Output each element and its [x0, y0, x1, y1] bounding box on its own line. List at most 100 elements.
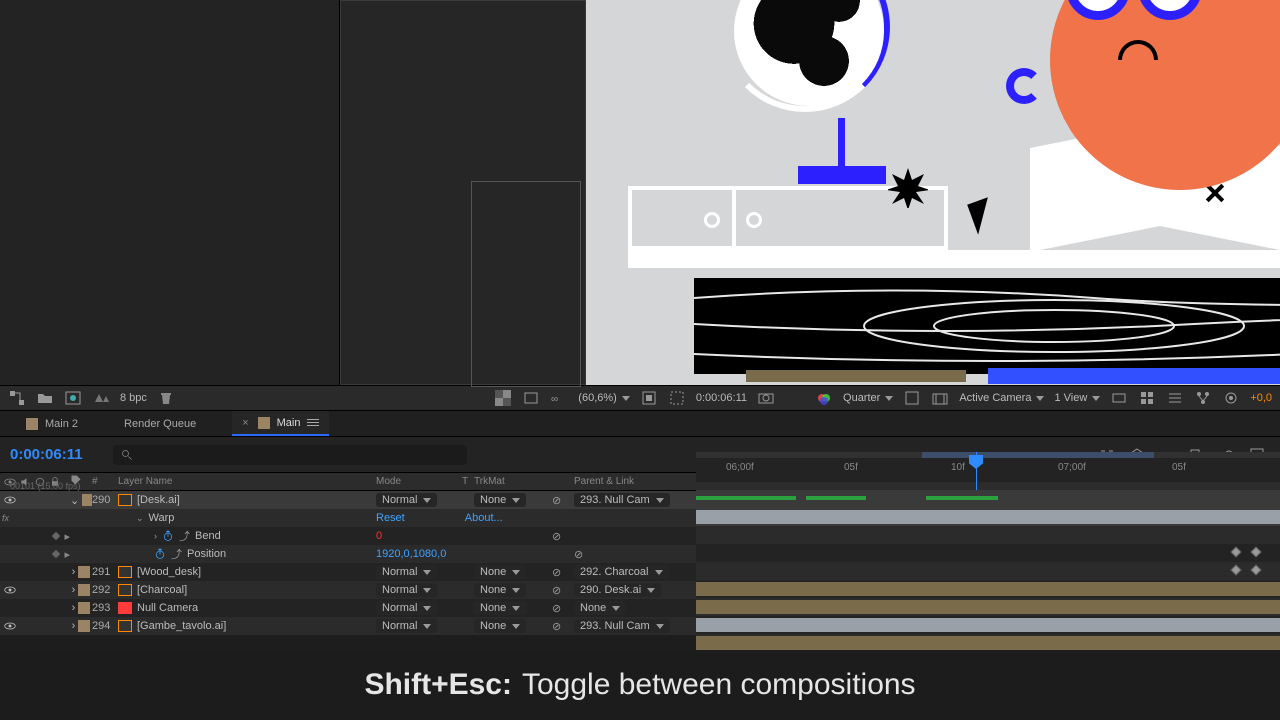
- layer-bar[interactable]: [696, 600, 1280, 614]
- col-trkmat[interactable]: TrkMat: [474, 476, 552, 487]
- time-ruler[interactable]: 06;00f05f10f07;00f05f: [696, 452, 1280, 482]
- folder-icon[interactable]: [36, 390, 54, 406]
- video-toggle-icon[interactable]: [4, 584, 16, 596]
- video-toggle-icon[interactable]: [4, 494, 16, 506]
- keyframe-icon[interactable]: [1230, 546, 1241, 557]
- toggle-guides-icon[interactable]: ∞: [550, 390, 568, 406]
- layer-track[interactable]: [696, 616, 1280, 634]
- mode-dropdown[interactable]: Normal: [376, 583, 437, 597]
- keyframe-icon[interactable]: [1230, 564, 1241, 575]
- timeline-tracks[interactable]: [696, 490, 1280, 642]
- tab-main2[interactable]: Main 2: [16, 411, 88, 436]
- roi-icon[interactable]: [668, 390, 686, 406]
- current-timecode[interactable]: 0:00:06:11: [0, 446, 93, 463]
- trkmat-dropdown[interactable]: None: [474, 565, 526, 579]
- exposure-reset-icon[interactable]: [1222, 390, 1240, 406]
- toggle-mask-icon[interactable]: [522, 390, 540, 406]
- trkmat-dropdown[interactable]: None: [474, 493, 526, 507]
- trkmat-dropdown[interactable]: None: [474, 601, 526, 615]
- effect-about-link[interactable]: About...: [465, 512, 503, 524]
- exposure-value[interactable]: +0,0: [1250, 392, 1272, 404]
- layer-track[interactable]: [696, 580, 1280, 598]
- parent-dropdown[interactable]: 293. Null Cam: [574, 619, 670, 633]
- new-comp-icon[interactable]: [64, 390, 82, 406]
- fast-preview-icon[interactable]: [1138, 390, 1156, 406]
- tab-main[interactable]: × Main: [232, 411, 329, 436]
- panel-menu-icon[interactable]: [307, 417, 319, 428]
- channel-icon[interactable]: [815, 390, 833, 406]
- mode-dropdown[interactable]: Normal: [376, 601, 437, 615]
- trash-icon[interactable]: [157, 390, 175, 406]
- effect-reset-link[interactable]: Reset: [376, 512, 405, 524]
- property-value[interactable]: 1920,0,1080,0: [376, 548, 446, 560]
- next-keyframe-icon[interactable]: ▸: [64, 530, 70, 543]
- property-track[interactable]: [696, 562, 1280, 580]
- col-index[interactable]: #: [92, 476, 118, 487]
- 3d-view-icon[interactable]: [931, 390, 949, 406]
- layer-bar[interactable]: [696, 618, 1280, 632]
- preview-timecode[interactable]: 0:00:06:11: [696, 392, 747, 404]
- col-layer-name[interactable]: Layer Name: [118, 476, 376, 487]
- composition-preview[interactable]: [586, 0, 1280, 385]
- layer-color-tag[interactable]: [78, 602, 90, 614]
- parent-dropdown[interactable]: None: [574, 601, 626, 615]
- twirl-icon[interactable]: ›: [72, 620, 76, 632]
- full-res-icon[interactable]: [640, 390, 658, 406]
- parent-dropdown[interactable]: 293. Null Cam: [574, 493, 670, 507]
- video-toggle-icon[interactable]: [4, 620, 16, 632]
- parent-dropdown[interactable]: 292. Charcoal: [574, 565, 669, 579]
- twirl-icon[interactable]: ⌄: [136, 513, 144, 524]
- prev-keyframe-icon[interactable]: [52, 532, 60, 540]
- camera-dropdown[interactable]: Active Camera: [959, 392, 1044, 404]
- zoom-dropdown[interactable]: (60,6%): [578, 392, 630, 404]
- layer-track[interactable]: [696, 598, 1280, 616]
- stopwatch-icon[interactable]: [162, 530, 174, 542]
- trkmat-dropdown[interactable]: None: [474, 583, 526, 597]
- layer-bar[interactable]: [696, 636, 1280, 650]
- layer-color-tag[interactable]: [82, 494, 92, 506]
- layer-track[interactable]: [696, 508, 1280, 526]
- work-area[interactable]: [922, 452, 1154, 458]
- layer-bar[interactable]: [696, 510, 1280, 524]
- twirl-icon[interactable]: ⌄: [70, 494, 79, 507]
- toggle-alpha-icon[interactable]: [494, 390, 512, 406]
- mode-dropdown[interactable]: Normal: [376, 565, 437, 579]
- bit-depth-label[interactable]: 8 bpc: [120, 392, 147, 404]
- col-t[interactable]: T: [456, 476, 474, 487]
- mode-dropdown[interactable]: Normal: [376, 493, 437, 507]
- parent-dropdown[interactable]: 290. Desk.ai: [574, 583, 661, 597]
- timeline-view-icon[interactable]: [1166, 390, 1184, 406]
- layer-bar[interactable]: [696, 582, 1280, 596]
- prev-keyframe-icon[interactable]: [52, 550, 60, 558]
- twirl-icon[interactable]: ›: [72, 602, 76, 614]
- layer-color-tag[interactable]: [78, 620, 90, 632]
- comp-flowchart-icon[interactable]: [1194, 390, 1212, 406]
- close-tab-x[interactable]: ×: [242, 417, 248, 429]
- mode-dropdown[interactable]: Normal: [376, 619, 437, 633]
- layer-search-input[interactable]: [113, 445, 467, 465]
- snapshot-icon[interactable]: [757, 390, 775, 406]
- property-track[interactable]: [696, 544, 1280, 562]
- views-dropdown[interactable]: 1 View: [1054, 392, 1100, 404]
- col-mode[interactable]: Mode: [376, 476, 456, 487]
- property-value[interactable]: 0: [376, 530, 382, 542]
- layer-track[interactable]: [696, 490, 1280, 508]
- stopwatch-icon[interactable]: [154, 548, 166, 560]
- pixel-aspect-icon[interactable]: [1110, 390, 1128, 406]
- trkmat-dropdown[interactable]: None: [474, 619, 526, 633]
- twirl-icon[interactable]: ›: [72, 584, 76, 596]
- layer-color-tag[interactable]: [78, 566, 90, 578]
- keyframe-icon[interactable]: [1250, 564, 1261, 575]
- next-keyframe-icon[interactable]: ▸: [64, 548, 70, 561]
- twirl-icon[interactable]: ›: [72, 566, 76, 578]
- twirl-icon[interactable]: ›: [154, 531, 157, 541]
- keyframe-icon[interactable]: [1250, 546, 1261, 557]
- flowchart-icon[interactable]: [8, 390, 26, 406]
- layer-color-tag[interactable]: [78, 584, 90, 596]
- tab-render-queue[interactable]: Render Queue: [114, 411, 206, 436]
- effect-track[interactable]: [696, 526, 1280, 544]
- col-parent[interactable]: Parent & Link: [574, 476, 690, 487]
- quality-dropdown[interactable]: Quarter: [843, 392, 893, 404]
- transparency-grid-icon[interactable]: [903, 390, 921, 406]
- bit-depth-icon[interactable]: [92, 390, 110, 406]
